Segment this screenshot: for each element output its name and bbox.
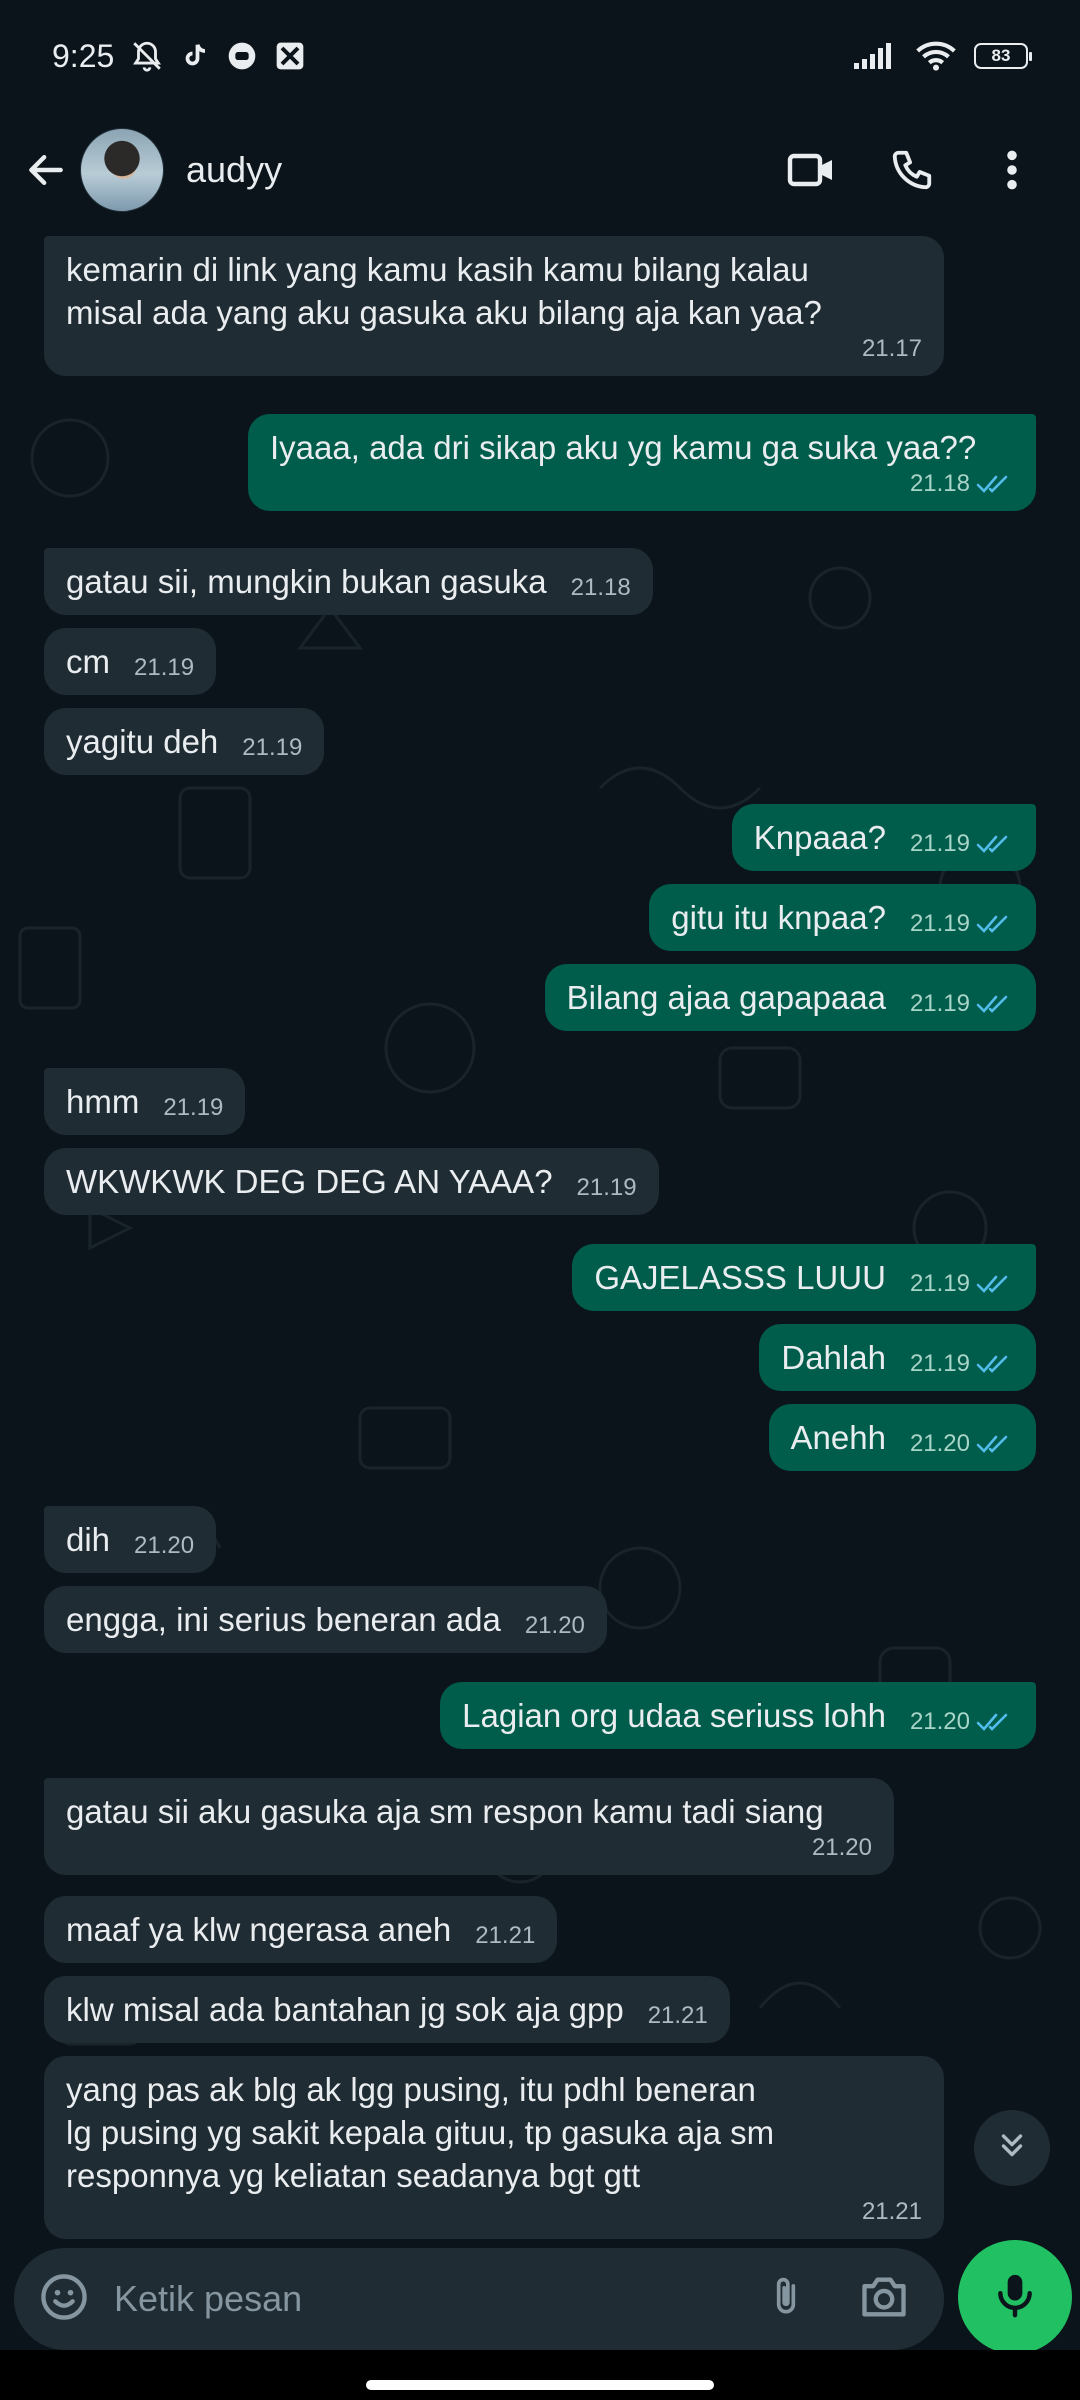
message-time: 21.19: [134, 654, 195, 681]
bell-off-icon: [130, 39, 164, 73]
message-text: Bilang ajaa gapapaaa: [566, 979, 886, 1016]
chat-area[interactable]: kemarin di link yang kamu kasih kamu bil…: [0, 228, 1080, 2248]
message-incoming[interactable]: dih 21.20: [44, 1506, 217, 1573]
message-text: engga, ini serius beneran ada: [66, 1601, 501, 1638]
message-time: 21.21: [861, 2198, 922, 2225]
read-ticks-icon: [976, 1433, 1014, 1455]
message-time: 21.20: [909, 1430, 970, 1457]
home-indicator[interactable]: [366, 2380, 714, 2390]
message-text: Iyaaa, ada dri sikap aku yg kamu ga suka…: [270, 429, 977, 466]
scroll-to-bottom-button[interactable]: [974, 2110, 1050, 2186]
message-text: gatau sii aku gasuka aja sm respon kamu …: [66, 1793, 824, 1830]
message-incoming[interactable]: hmm 21.19: [44, 1068, 246, 1135]
message-time: 21.19: [909, 1350, 970, 1377]
message-time: 21.20: [524, 1612, 585, 1639]
battery-icon: 83: [974, 43, 1032, 69]
message-incoming[interactable]: engga, ini serius beneran ada 21.20: [44, 1586, 607, 1653]
app-icon: [274, 40, 306, 72]
message-outgoing[interactable]: GAJELASSS LUUU 21.19: [572, 1244, 1036, 1311]
message-time: 21.19: [909, 830, 970, 857]
message-outgoing[interactable]: Knpaaa? 21.19: [731, 804, 1036, 871]
message-outgoing[interactable]: Lagian org udaa seriuss lohh 21.20: [440, 1682, 1036, 1749]
read-ticks-icon: [976, 993, 1014, 1015]
message-incoming[interactable]: gatau sii, mungkin bukan gasuka 21.18: [44, 548, 653, 615]
message-outgoing[interactable]: Dahlah 21.19: [759, 1324, 1036, 1391]
read-ticks-icon: [976, 1273, 1014, 1295]
contact-name[interactable]: audyy: [186, 149, 282, 191]
read-ticks-icon: [976, 473, 1014, 495]
message-text: maaf ya klw ngerasa aneh: [66, 1911, 452, 1948]
message-incoming[interactable]: yang pas ak blg ak lgg pusing, itu pdhl …: [44, 2056, 944, 2239]
voice-call-icon[interactable]: [862, 130, 962, 210]
message-text: yang pas ak blg ak lgg pusing, itu pdhl …: [66, 2071, 775, 2194]
message-text: yagitu deh: [66, 723, 219, 760]
message-text: Lagian org udaa seriuss lohh: [462, 1697, 886, 1734]
message-text: hmm: [66, 1083, 140, 1120]
double-chevron-down-icon: [995, 2129, 1029, 2168]
message-text: klw misal ada bantahan jg sok aja gpp: [66, 1991, 624, 2028]
emoji-icon[interactable]: [38, 2271, 90, 2328]
navigation-bar: [0, 2350, 1080, 2400]
message-text: Anehh: [790, 1419, 886, 1456]
video-call-icon[interactable]: [762, 130, 862, 210]
message-time: 21.21: [475, 1922, 536, 1949]
chat-bubble-icon: [226, 40, 258, 72]
battery-level: 83: [991, 46, 1011, 65]
status-time: 9:25: [52, 37, 115, 74]
message-time: 21.19: [909, 990, 970, 1017]
message-composer: Ketik pesan: [0, 2240, 1080, 2354]
message-input-placeholder: Ketik pesan: [114, 2278, 303, 2319]
status-bar: 9:25 83: [0, 0, 1080, 112]
message-input[interactable]: Ketik pesan: [14, 2248, 944, 2350]
chat-header: audyy: [0, 112, 1080, 228]
message-incoming[interactable]: klw misal ada bantahan jg sok aja gpp 21…: [44, 1976, 730, 2043]
message-text: dih: [66, 1521, 111, 1558]
message-time: 21.19: [909, 1270, 970, 1297]
mic-icon: [993, 2270, 1037, 2325]
more-options-icon[interactable]: [962, 130, 1062, 210]
message-time: 21.18: [909, 470, 970, 497]
message-time: 21.20: [134, 1532, 195, 1559]
message-time: 21.19: [242, 734, 303, 761]
message-time: 21.17: [861, 335, 922, 362]
message-text: GAJELASSS LUUU: [594, 1259, 886, 1296]
mic-button[interactable]: [958, 2240, 1072, 2354]
message-incoming[interactable]: cm 21.19: [44, 628, 217, 695]
message-time: 21.19: [576, 1174, 637, 1201]
message-text: WKWKWK DEG DEG AN YAAA?: [66, 1163, 553, 1200]
message-time: 21.20: [811, 1834, 872, 1861]
message-text: gatau sii, mungkin bukan gasuka: [66, 563, 547, 600]
attach-icon[interactable]: [764, 2271, 808, 2328]
message-text: cm: [66, 643, 110, 680]
message-incoming[interactable]: gatau sii aku gasuka aja sm respon kamu …: [44, 1778, 894, 1875]
message-time: 21.19: [163, 1094, 224, 1121]
message-text: gitu itu knpaa?: [671, 899, 886, 936]
message-text: kemarin di link yang kamu kasih kamu bil…: [66, 251, 822, 331]
avatar[interactable]: [80, 128, 164, 212]
back-arrow-icon[interactable]: [18, 142, 74, 198]
message-outgoing[interactable]: Anehh 21.20: [768, 1404, 1036, 1471]
message-time: 21.18: [570, 574, 631, 601]
read-ticks-icon: [976, 913, 1014, 935]
camera-icon[interactable]: [858, 2273, 910, 2326]
message-incoming[interactable]: kemarin di link yang kamu kasih kamu bil…: [44, 236, 944, 376]
message-incoming[interactable]: maaf ya klw ngerasa aneh 21.21: [44, 1896, 558, 1963]
message-incoming[interactable]: WKWKWK DEG DEG AN YAAA? 21.19: [44, 1148, 659, 1215]
message-time: 21.20: [909, 1708, 970, 1735]
read-ticks-icon: [976, 1711, 1014, 1733]
tiktok-icon: [180, 40, 210, 72]
message-outgoing[interactable]: gitu itu knpaa? 21.19: [649, 884, 1036, 951]
signal-icon: [854, 41, 898, 71]
message-outgoing[interactable]: Bilang ajaa gapapaaa 21.19: [544, 964, 1036, 1031]
read-ticks-icon: [976, 833, 1014, 855]
message-time: 21.19: [909, 910, 970, 937]
message-text: Knpaaa?: [753, 819, 886, 856]
message-incoming[interactable]: yagitu deh 21.19: [44, 708, 325, 775]
message-text: Dahlah: [781, 1339, 886, 1376]
wifi-icon: [916, 41, 956, 71]
message-outgoing[interactable]: Iyaaa, ada dri sikap aku yg kamu ga suka…: [248, 414, 1036, 511]
message-time: 21.21: [647, 2002, 708, 2029]
read-ticks-icon: [976, 1353, 1014, 1375]
